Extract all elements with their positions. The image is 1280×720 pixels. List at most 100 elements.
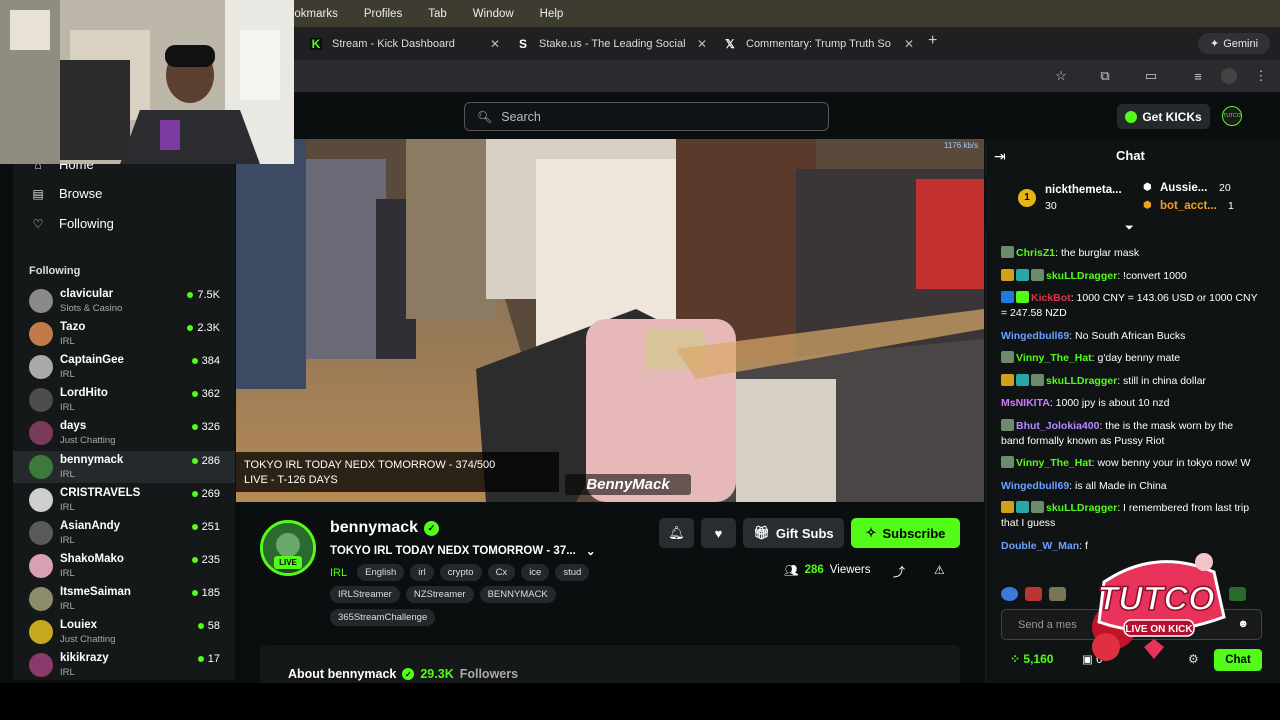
chat-username[interactable]: Vinny_The_Hat [1016,352,1092,364]
following-item[interactable]: clavicular Slots & Casino 7.5K [13,285,235,317]
star-icon[interactable]: ☆ [1052,67,1070,85]
chat-username[interactable]: Double_W_Man [1001,540,1079,552]
close-icon[interactable]: ✕ [692,37,712,51]
following-item[interactable]: Louiex Just Chatting 58 [13,616,235,648]
chat-username[interactable]: KickBot [1031,292,1071,304]
tag-pill[interactable]: crypto [439,564,482,581]
follow-heart-button[interactable]: ♥ [701,518,736,548]
following-item[interactable]: AsianAndy IRL 251 [13,517,235,549]
stream-title: TOKYO IRL TODAY NEDX TOMORROW - 37... [330,545,576,557]
report-warning-icon[interactable]: ⚠ [934,563,945,577]
chat-username[interactable]: skuLLDragger [1046,375,1117,387]
following-viewers: 362 [191,388,220,400]
chat-text: No South African Bucks [1075,329,1186,342]
chat-username[interactable]: ChrisZ1 [1016,247,1055,259]
viewers-label: Viewers [829,564,871,576]
following-item[interactable]: Tazo IRL 2.3K [13,318,235,350]
following-item[interactable]: CaptainGee IRL 384 [13,351,235,383]
gift-subs-button[interactable]: 🎁︎ Gift Subs [743,518,844,548]
emote-icon[interactable] [1025,587,1042,601]
subscribe-button[interactable]: ✧ Subscribe [851,518,960,548]
menu-bookmarks[interactable]: ookmarks [288,8,338,20]
tag-row-2: IRLStreamer NZStreamer BENNYMACK [330,586,556,603]
profile-avatar-icon[interactable] [1221,68,1237,84]
tag-pill[interactable]: 365StreamChallenge [330,609,436,626]
video-player[interactable] [236,139,984,502]
emote-icon[interactable] [1049,587,1066,601]
tag-pill[interactable]: English [357,564,405,581]
gifter-name-3[interactable]: bot_acct... [1160,200,1217,212]
following-item[interactable]: kikikrazy IRL 17 [13,649,235,681]
notification-bell-button[interactable]: 🔔︎ [659,518,694,548]
gemini-button[interactable]: ✦ Gemini [1198,33,1270,54]
close-icon[interactable]: ✕ [899,37,919,51]
viewers-icon: 👥︎ [784,565,799,577]
tag-pill[interactable]: Cx [487,564,516,581]
extensions-icon[interactable]: ⧉ [1096,67,1114,85]
user-avatar[interactable]: TUTCO [1222,106,1242,126]
menu-tab[interactable]: Tab [428,8,447,20]
following-viewers: 185 [191,587,220,599]
new-tab-icon[interactable]: + [928,32,937,50]
chat-username[interactable]: skuLLDragger [1046,270,1117,282]
following-viewers: 384 [191,355,220,367]
emote-icon[interactable] [1229,587,1246,601]
gifter-name-2[interactable]: Aussie... [1160,182,1207,194]
tab-stake[interactable]: S Stake.us - The Leading Social ✕ [507,31,712,57]
collapse-chat-icon[interactable]: ⇥ [994,148,1006,165]
following-item[interactable]: ItsmeSaiman IRL 185 [13,583,235,615]
following-name: AsianAndy [60,519,121,532]
search-input[interactable]: 🔍︎ Search [464,102,829,131]
nav-following[interactable]: ♡ Following [31,216,114,231]
about-title: About bennymack [288,667,397,681]
menu-help[interactable]: Help [540,8,564,20]
user-badge-icon [1016,291,1029,303]
chat-username[interactable]: Wingedbull69 [1001,480,1069,492]
live-badge: LIVE [274,556,302,569]
following-item[interactable]: days Just Chatting 326 [13,417,235,449]
category-link[interactable]: IRL [330,567,347,579]
following-name: LordHito [60,387,108,400]
more-menu-icon[interactable]: ⋮ [1252,67,1270,85]
playlist-icon[interactable]: ≡ [1189,67,1207,85]
menu-profiles[interactable]: Profiles [364,8,402,20]
nav-browse[interactable]: ▤ Browse [31,186,102,201]
following-item[interactable]: ShakoMako IRL 235 [13,550,235,582]
avatar [29,355,53,380]
chat-username[interactable]: Vinny_The_Hat [1016,457,1092,469]
tab-commentary[interactable]: 𝕏 Commentary: Trump Truth So ✕ [714,31,919,57]
channel-points[interactable]: ⁘ 5,160 [1010,652,1053,666]
gifter-name-1[interactable]: nickthemeta... [1045,184,1122,196]
bell-icon: 🔔︎ [668,525,685,540]
following-item[interactable]: LordHito IRL 362 [13,384,235,416]
chat-message: ChrisZ1: the burglar mask [1001,246,1259,261]
following-item[interactable]: bennymack IRL 286 [13,450,235,483]
share-icon[interactable]: ⤴ [893,563,905,580]
following-item[interactable]: CRISTRAVELS IRL 269 [13,484,235,516]
chat-username[interactable]: Wingedbull69 [1001,330,1069,342]
channel-name[interactable]: bennymack [330,519,418,537]
globe-emote-icon[interactable] [1001,587,1018,601]
following-name: Louiex [60,619,98,631]
get-kicks-button[interactable]: Get KICKs [1117,104,1210,129]
close-icon[interactable]: ✕ [485,37,505,51]
tag-pill[interactable]: stud [555,564,590,581]
tag-pill[interactable]: NZStreamer [405,586,474,603]
expand-gifters-icon[interactable]: ⏷ [1125,222,1134,235]
chat-username[interactable]: MsNIKITA [1001,397,1050,409]
cast-icon[interactable]: ▭ [1142,67,1160,85]
tag-pill[interactable]: IRLStreamer [330,586,400,603]
tab-kick-dashboard[interactable]: K Stream - Kick Dashboard ✕ [300,31,505,57]
tag-pill[interactable]: ice [521,564,550,581]
tag-pill[interactable]: irl [410,564,434,581]
emoji-icon[interactable]: ☻ [1237,618,1249,630]
rank-badge: 1 [1018,189,1036,207]
chat-username[interactable]: skuLLDragger [1046,502,1117,514]
user-badge-icon [1001,351,1014,363]
chevron-down-icon[interactable]: ⌄ [586,544,596,558]
browse-icon: ▤ [32,186,44,201]
tag-pill[interactable]: BENNYMACK [479,586,556,603]
menu-window[interactable]: Window [473,8,514,20]
chat-username[interactable]: Bhut_Jolokia400 [1016,420,1099,432]
chat-message: Bhut_Jolokia400: the is the mask worn by… [1001,418,1234,447]
